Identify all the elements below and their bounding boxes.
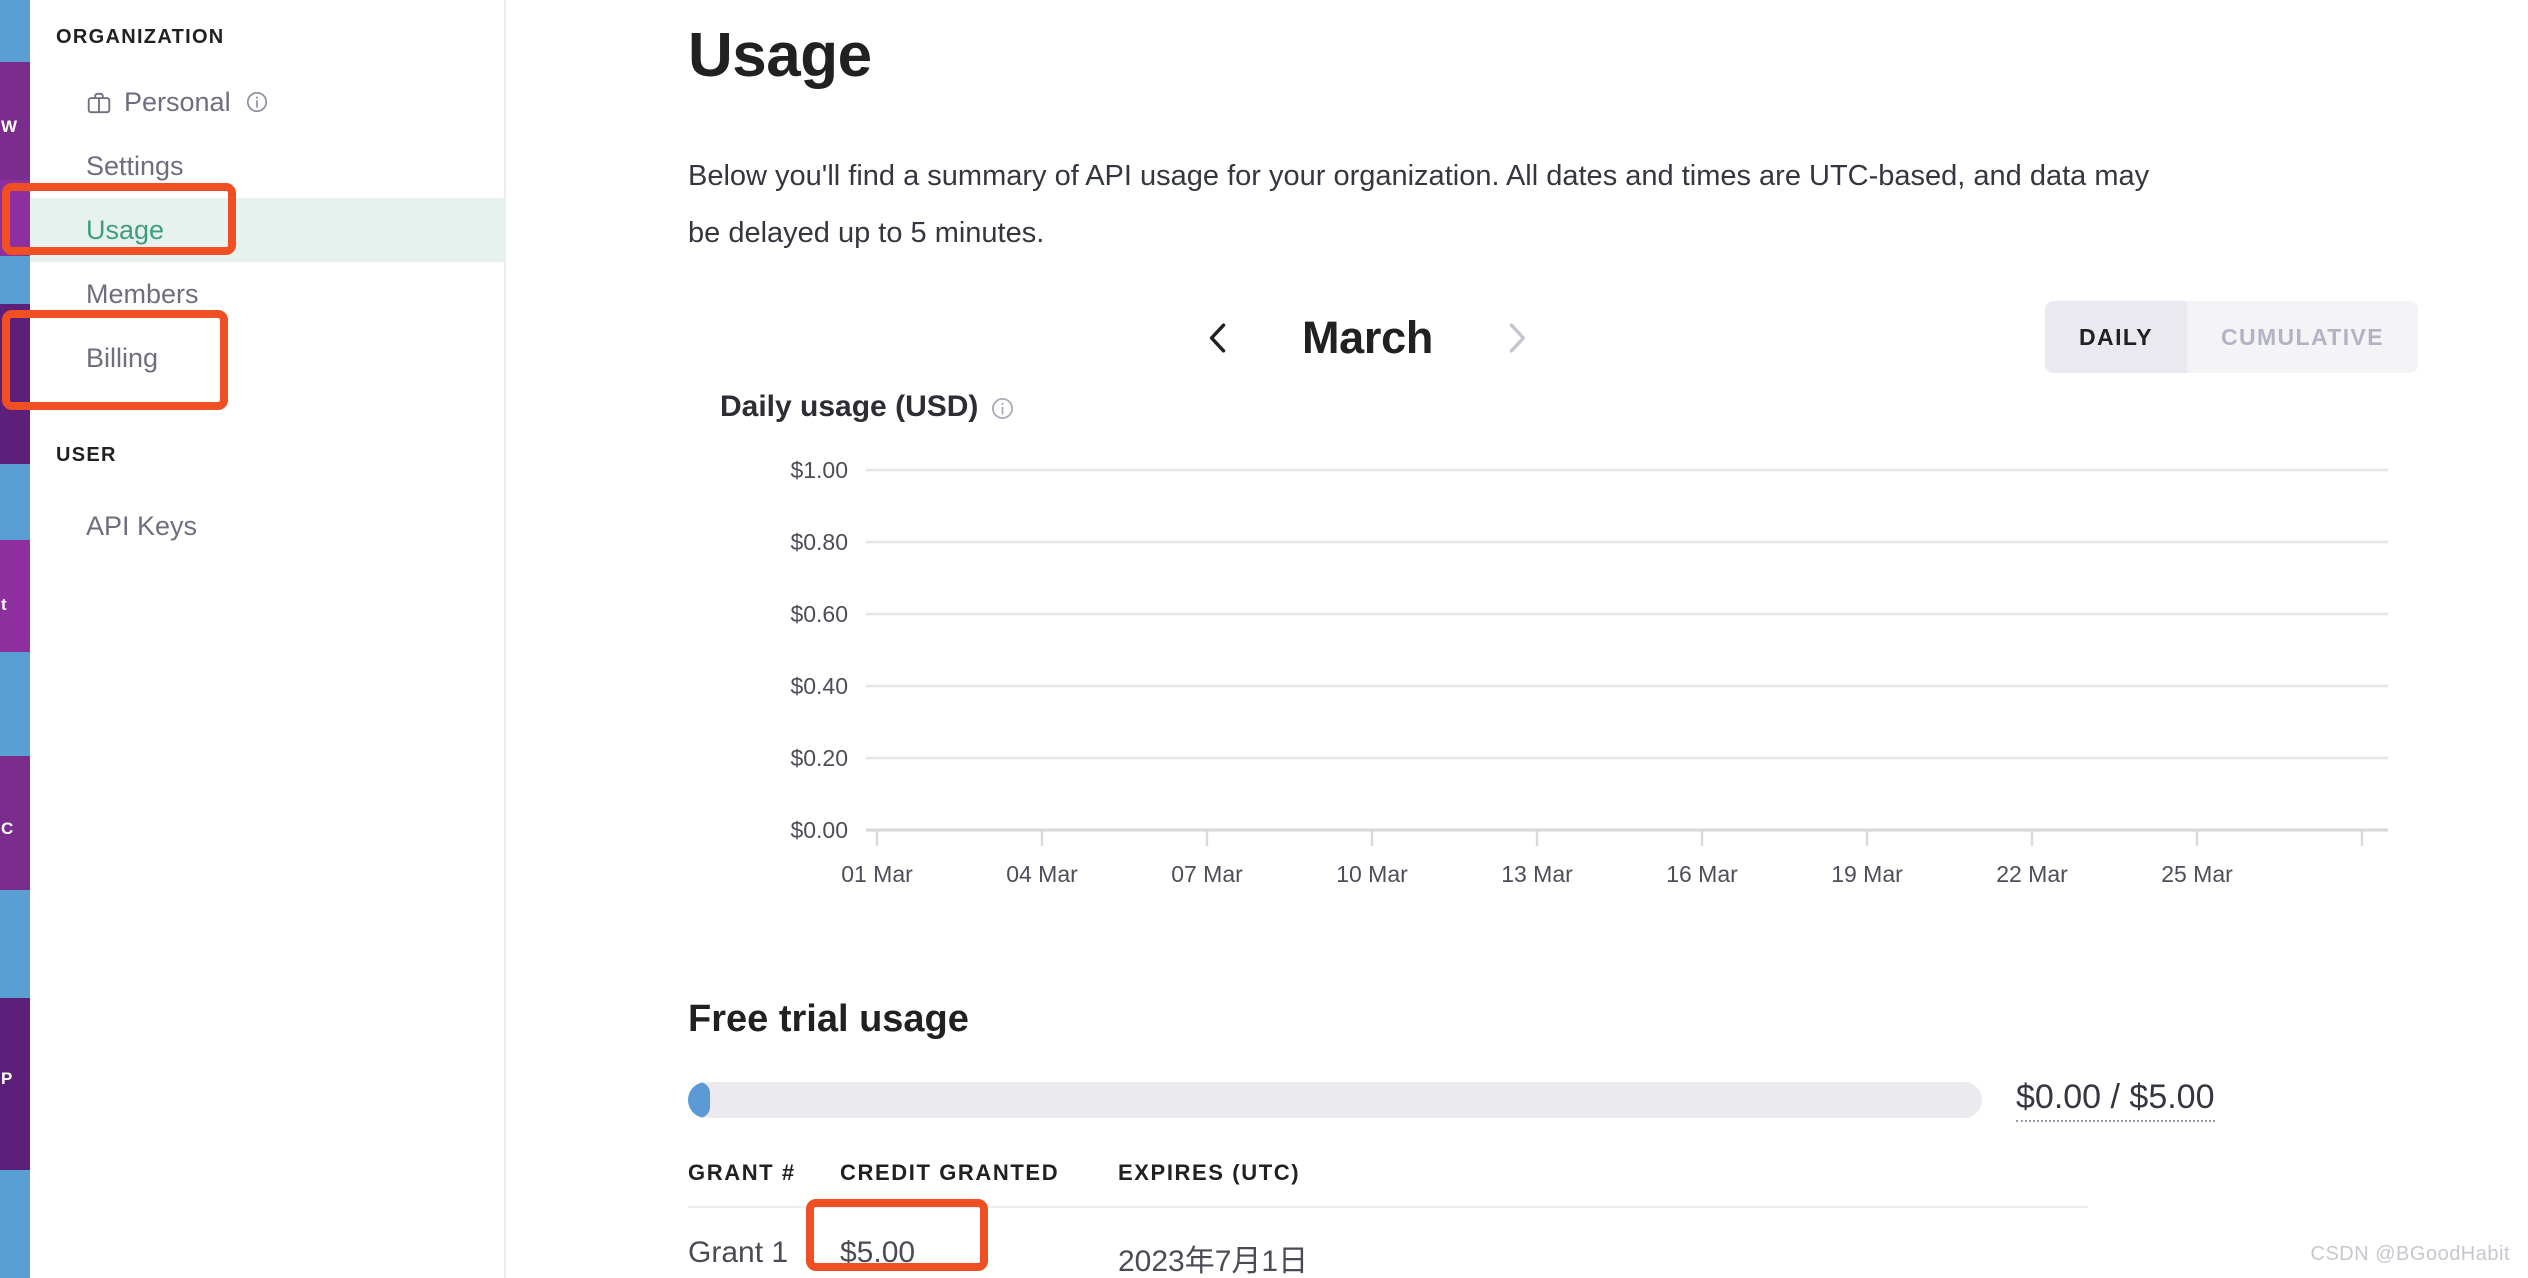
svg-text:16 Mar: 16 Mar <box>1666 861 1738 887</box>
free-trial-usage-row: $0.00 / $5.00 <box>688 1078 2418 1122</box>
sidebar-item-billing[interactable]: Billing <box>30 326 506 390</box>
current-month-label: March <box>1302 312 1433 364</box>
bg-block <box>0 464 30 540</box>
svg-text:19 Mar: 19 Mar <box>1831 861 1903 887</box>
bg-block <box>0 256 30 304</box>
sidebar-item-label: Billing <box>86 343 158 374</box>
svg-text:07 Mar: 07 Mar <box>1171 861 1243 887</box>
table-header-row: GRANT # CREDIT GRANTED EXPIRES (UTC) <box>688 1160 2088 1208</box>
table-row: Grant 1 $5.00 2023年7月1日 <box>688 1208 2088 1278</box>
briefcase-icon <box>86 90 112 116</box>
sidebar-item-label: API Keys <box>86 511 197 542</box>
chart-svg: $1.00 $0.80 $0.60 $0.40 $0.20 $0.00 <box>688 450 2418 910</box>
svg-text:25 Mar: 25 Mar <box>2161 861 2233 887</box>
svg-text:13 Mar: 13 Mar <box>1501 861 1573 887</box>
free-trial-amount-label: $0.00 / $5.00 <box>2016 1078 2215 1122</box>
sidebar-item-label: Personal <box>124 87 231 118</box>
chart-gridlines <box>866 470 2388 758</box>
background-window-strip: W t C P <box>0 0 30 1278</box>
column-header-credit: CREDIT GRANTED <box>840 1160 1118 1186</box>
sidebar-item-personal[interactable]: Personal <box>30 70 506 134</box>
page-title: Usage <box>688 20 872 91</box>
chart-title: Daily usage (USD) <box>720 390 1015 424</box>
bg-text-fragment: C <box>0 820 30 837</box>
free-trial-progress-fill <box>688 1082 710 1118</box>
svg-text:$0.00: $0.00 <box>790 817 848 843</box>
column-header-grant: GRANT # <box>688 1160 840 1186</box>
free-trial-progress-bar <box>688 1082 1982 1118</box>
bg-block <box>0 180 30 256</box>
sidebar-item-members[interactable]: Members <box>30 262 506 326</box>
svg-text:$0.40: $0.40 <box>790 673 848 699</box>
chart-x-ticks <box>877 830 2362 846</box>
svg-text:$0.20: $0.20 <box>790 745 848 771</box>
chevron-left-icon[interactable] <box>1196 312 1240 364</box>
chevron-right-icon[interactable] <box>1495 312 1539 364</box>
page-description: Below you'll find a summary of API usage… <box>688 148 2188 262</box>
free-trial-heading: Free trial usage <box>688 998 969 1041</box>
bg-block <box>0 890 30 998</box>
bg-block <box>0 304 30 464</box>
usage-page: W t C P ORGANIZATION Personal <box>0 0 2528 1278</box>
grants-table: GRANT # CREDIT GRANTED EXPIRES (UTC) Gra… <box>688 1160 2088 1278</box>
cell-credit-granted: $5.00 <box>840 1236 1118 1278</box>
sidebar-item-label: Usage <box>86 215 164 246</box>
svg-text:$0.80: $0.80 <box>790 529 848 555</box>
bg-block <box>0 652 30 756</box>
svg-text:04 Mar: 04 Mar <box>1006 861 1078 887</box>
month-navigator: March <box>1196 290 1539 386</box>
svg-text:01 Mar: 01 Mar <box>841 861 913 887</box>
sidebar-item-settings[interactable]: Settings <box>30 134 506 198</box>
watermark: CSDN @BGoodHabit <box>2311 1243 2510 1266</box>
bg-text-fragment: W <box>0 118 30 135</box>
bg-block <box>0 1170 30 1278</box>
svg-text:10 Mar: 10 Mar <box>1336 861 1408 887</box>
sidebar-section-user: USER <box>56 444 117 467</box>
info-icon[interactable] <box>990 395 1015 420</box>
svg-text:22 Mar: 22 Mar <box>1996 861 2068 887</box>
sidebar-item-usage[interactable]: Usage <box>30 198 506 262</box>
sidebar-section-organization: ORGANIZATION <box>56 26 225 49</box>
bg-text-fragment: P <box>0 1070 30 1087</box>
sidebar-item-label: Members <box>86 279 199 310</box>
main-content: Usage Below you'll find a summary of API… <box>506 0 2528 1278</box>
column-header-expires: EXPIRES (UTC) <box>1118 1160 1458 1186</box>
svg-text:$1.00: $1.00 <box>790 457 848 483</box>
sidebar-item-api-keys[interactable]: API Keys <box>30 494 506 558</box>
chart-title-label: Daily usage (USD) <box>720 390 978 424</box>
tab-cumulative[interactable]: CUMULATIVE <box>2187 301 2418 373</box>
bg-text-fragment: t <box>0 596 30 613</box>
daily-usage-chart: $1.00 $0.80 $0.60 $0.40 $0.20 $0.00 <box>688 450 2418 910</box>
sidebar: ORGANIZATION Personal Settings <box>30 0 506 1278</box>
chart-y-tick-labels: $1.00 $0.80 $0.60 $0.40 $0.20 $0.00 <box>790 457 848 843</box>
cell-expires: 2023年7月1日 <box>1118 1236 1458 1278</box>
svg-text:$0.60: $0.60 <box>790 601 848 627</box>
sidebar-item-label: Settings <box>86 151 184 182</box>
tab-daily[interactable]: DAILY <box>2045 301 2187 373</box>
bg-block <box>0 0 30 62</box>
cell-grant-number: Grant 1 <box>688 1236 840 1278</box>
view-mode-toggle: DAILY CUMULATIVE <box>2045 301 2418 373</box>
info-icon[interactable] <box>245 90 269 114</box>
chart-x-tick-labels: 01 Mar 04 Mar 07 Mar 10 Mar 13 Mar 16 Ma… <box>841 861 2233 887</box>
